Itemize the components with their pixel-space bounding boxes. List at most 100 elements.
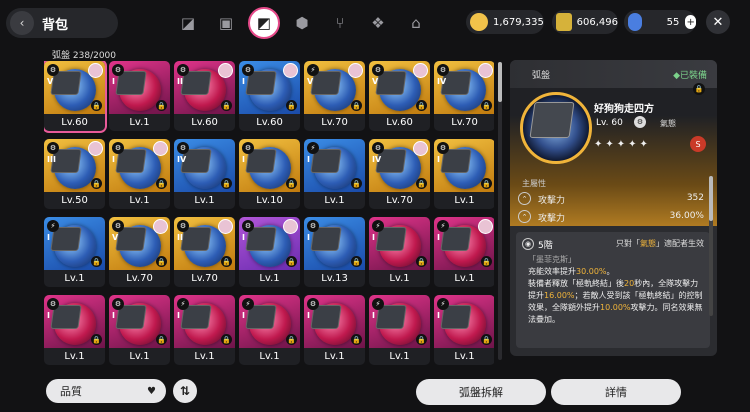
lock-icon[interactable]: 🔒 xyxy=(221,334,232,345)
dismantle-button[interactable]: 弧盤拆解 xyxy=(416,379,546,405)
lock-icon[interactable]: 🔒 xyxy=(416,100,427,111)
tab-disk-drive[interactable]: ◩ xyxy=(248,7,280,39)
lock-icon[interactable]: 🔒 xyxy=(286,178,297,189)
stat-row: ⌃ 攻擊力 36.00% xyxy=(516,209,710,226)
lock-icon[interactable]: 🔒 xyxy=(351,334,362,345)
inventory-card[interactable]: ⚙ I 🔒 Lv.1 xyxy=(44,295,105,365)
tier-numeral: I xyxy=(47,233,50,242)
lock-icon[interactable]: 🔒 xyxy=(351,178,362,189)
tab-n-logo[interactable]: ◪ xyxy=(172,7,204,39)
lock-icon[interactable]: 🔒 xyxy=(416,334,427,345)
inventory-card[interactable]: ⚙ I 🔒 Lv.60 xyxy=(239,61,300,131)
inventory-card[interactable]: ⚡ V 🔒 Lv.70 xyxy=(304,61,365,131)
card-level: Lv.1 xyxy=(389,351,410,362)
inventory-card[interactable]: ⚙ IV 🔒 Lv.70 xyxy=(434,61,494,131)
lock-icon[interactable]: 🔒 xyxy=(286,256,297,267)
back-button[interactable]: ‹ 背包 xyxy=(6,8,118,38)
grid-scrollbar[interactable] xyxy=(498,62,502,360)
lock-icon[interactable]: 🔒 xyxy=(286,334,297,345)
inventory-card[interactable]: ⚡ I 🔒 Lv.1 xyxy=(239,295,300,365)
inventory-card[interactable]: ⚡ I 🔒 Lv.1 xyxy=(434,295,494,365)
inventory-card[interactable]: ⚡ I 🔒 Lv.1 xyxy=(304,139,365,209)
inventory-card[interactable]: ⚙ V 🔒 Lv.60 xyxy=(369,61,430,131)
inventory-card[interactable]: ⚙ III 🔒 Lv.50 xyxy=(44,139,105,209)
tier-numeral: I xyxy=(242,233,245,242)
lock-icon[interactable]: 🔒 xyxy=(91,334,102,345)
lock-icon[interactable]: 🔒 xyxy=(351,256,362,267)
set-description: 充能效率提升30.00%。 裝備者釋放「極軌終結」後20秒內，全隊攻擊力提升16… xyxy=(528,266,706,326)
detail-scrollbar[interactable] xyxy=(709,176,713,316)
inventory-card[interactable]: ⚙ IV 🔒 Lv.1 xyxy=(174,139,235,209)
sort-order-button[interactable]: ⇅ xyxy=(173,379,197,403)
inventory-card[interactable]: ⚙ II 🔒 Lv.60 xyxy=(174,61,235,131)
rank-icon: ⚙ xyxy=(47,298,59,310)
lock-icon[interactable]: 🔒 xyxy=(156,256,167,267)
details-button[interactable]: 詳情 xyxy=(551,379,681,405)
lock-icon[interactable]: 🔒 xyxy=(156,100,167,111)
tab-package[interactable]: ❖ xyxy=(362,7,394,39)
rank-icon: ⚡ xyxy=(307,64,319,76)
lock-icon[interactable]: 🔒 xyxy=(221,100,232,111)
lock-icon[interactable]: 🔒 xyxy=(91,100,102,111)
lock-icon[interactable]: 🔒 xyxy=(693,83,705,95)
inventory-card[interactable]: ⚙ I 🔒 Lv.1 xyxy=(109,295,170,365)
tab-home[interactable]: ⌂ xyxy=(400,7,432,39)
lock-icon[interactable]: 🔒 xyxy=(156,334,167,345)
inventory-card[interactable]: ⚙ I 🔒 Lv.1 xyxy=(109,139,170,209)
detail-scrollbar-thumb[interactable] xyxy=(709,176,713,221)
lock-icon[interactable]: 🔒 xyxy=(221,178,232,189)
inventory-card[interactable]: ⚙ I 🔒 Lv.1 xyxy=(434,139,494,209)
inventory-count: 弧盤 238/2000 xyxy=(52,48,116,61)
tab-cube[interactable]: ⬢ xyxy=(286,7,318,39)
lock-icon[interactable]: 🔒 xyxy=(156,178,167,189)
inventory-card[interactable]: ⚡ I 🔒 Lv.1 xyxy=(174,295,235,365)
rank-icon: ⚙ xyxy=(177,64,189,76)
tier-numeral: III xyxy=(47,155,56,164)
package-icon: ❖ xyxy=(371,14,385,32)
inventory-card[interactable]: ⚙ I 🔒 Lv.1 xyxy=(109,61,170,131)
back-arrow-icon: ‹ xyxy=(10,11,34,35)
set-effect: ◉ 5階 只對「氣態」適配者生效 「墨菲克斯」 充能效率提升30.00%。 裝備… xyxy=(516,232,710,348)
device-icon: ▣ xyxy=(218,14,234,32)
add-gems-icon[interactable]: + xyxy=(685,15,696,29)
inventory-card[interactable]: ⚡ I 🔒 Lv.1 xyxy=(369,217,430,287)
inventory-card[interactable]: ⚙ I 🔒 Lv.1 xyxy=(239,217,300,287)
inventory-card[interactable]: ⚙ I 🔒 Lv.13 xyxy=(304,217,365,287)
inventory-card[interactable]: ⚙ I 🔒 Lv.10 xyxy=(239,139,300,209)
lock-icon[interactable]: 🔒 xyxy=(481,100,492,111)
inventory-card[interactable]: ⚙ II 🔒 Lv.70 xyxy=(174,217,235,287)
lock-icon[interactable]: 🔒 xyxy=(481,178,492,189)
lock-icon[interactable]: 🔒 xyxy=(481,334,492,345)
lock-icon[interactable]: 🔒 xyxy=(221,256,232,267)
sort-dropdown[interactable]: 品質 ♥ xyxy=(46,379,166,403)
faction-icon: ⚙ xyxy=(634,116,646,128)
equipped-badge: ◆已裝備 xyxy=(673,71,707,81)
lock-icon[interactable]: 🔒 xyxy=(481,256,492,267)
inventory-card[interactable]: ⚡ I 🔒 Lv.1 xyxy=(434,217,494,287)
inventory-card[interactable]: ⚙ IV 🔒 Lv.70 xyxy=(369,139,430,209)
inventory-card[interactable]: ⚙ V 🔒 Lv.70 xyxy=(109,217,170,287)
grid-scrollbar-thumb[interactable] xyxy=(498,62,502,102)
lock-icon[interactable]: 🔒 xyxy=(351,100,362,111)
close-button[interactable]: ✕ xyxy=(706,10,730,34)
lock-icon[interactable]: 🔒 xyxy=(286,100,297,111)
tab-utensils[interactable]: ⑂ xyxy=(324,7,356,39)
lock-icon[interactable]: 🔒 xyxy=(91,256,102,267)
gem-currency[interactable]: 55 + xyxy=(624,10,696,34)
inventory-card[interactable]: ⚙ I 🔒 Lv.1 xyxy=(304,295,365,365)
lock-icon[interactable]: 🔒 xyxy=(416,256,427,267)
rank-icon: ⚙ xyxy=(242,64,254,76)
inventory-card[interactable]: ⚡ I 🔒 Lv.1 xyxy=(369,295,430,365)
lock-icon[interactable]: 🔒 xyxy=(416,178,427,189)
tier-numeral: I xyxy=(307,155,310,164)
card-level: Lv.13 xyxy=(321,273,348,284)
stat-name: 攻擊力 xyxy=(538,196,566,206)
inventory-card[interactable]: ⚡ I 🔒 Lv.1 xyxy=(44,217,105,287)
tab-device[interactable]: ▣ xyxy=(210,7,242,39)
req-prefix: 只對「 xyxy=(616,239,640,248)
lock-icon[interactable]: 🔒 xyxy=(91,178,102,189)
inventory-card[interactable]: ⚙ V 🔒 Lv.60 xyxy=(44,61,107,133)
tier-numeral: I xyxy=(242,155,245,164)
set-source: 「墨菲克斯」 xyxy=(528,255,576,264)
rank-icon: ⚙ xyxy=(47,142,59,154)
